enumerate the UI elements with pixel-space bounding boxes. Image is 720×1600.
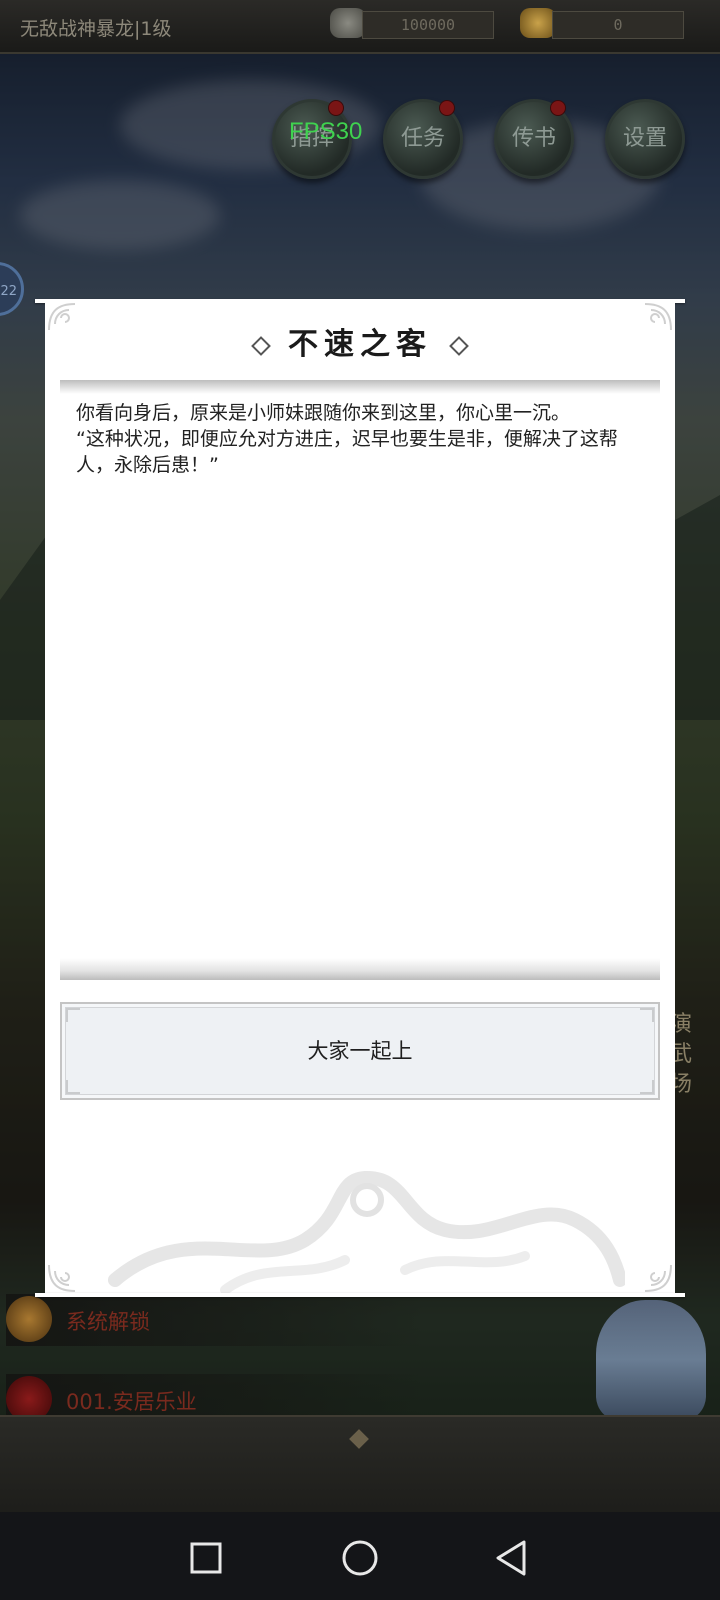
corner-ornament-icon (48, 1264, 76, 1292)
notification-dot (439, 100, 455, 116)
back-icon[interactable] (484, 1530, 540, 1586)
notification-dot (550, 100, 566, 116)
character-illustration (596, 1300, 706, 1420)
corner-ornament-icon (644, 1264, 672, 1292)
gold-ingot-icon (520, 8, 556, 38)
home-icon[interactable] (332, 1530, 388, 1586)
recent-apps-icon[interactable] (178, 1530, 234, 1586)
player-name-level: 无敌战神暴龙|1级 (20, 18, 172, 40)
silver-amount: 100000 (362, 11, 494, 39)
scroll-shade-bottom (60, 958, 660, 980)
event-dialog: 不速之客 你看向身后，原来是小师妹跟随你来到这里，你心里一沉。 “这种状况，即便… (45, 300, 675, 1295)
dialog-title: 不速之客 (288, 327, 432, 362)
silver-ingot-icon (330, 8, 366, 38)
quest-label: 001.安居乐业 (66, 1390, 197, 1414)
letter-label: 传书 (511, 126, 556, 151)
settings-label: 设置 (622, 126, 667, 151)
story-text: 你看向身后，原来是小师妹跟随你来到这里，你心里一沉。 “这种状况，即便应允对方进… (76, 402, 618, 476)
lock-icon (6, 1296, 52, 1342)
settings-button[interactable]: 设置 (605, 99, 685, 179)
arena-sign: 演武场 (670, 1012, 693, 1097)
scroll-shade-top (60, 380, 660, 394)
top-status-bar: 无敌战神暴龙|1级 100000 0 (0, 0, 720, 54)
fps-counter: FPS30 (289, 118, 363, 145)
diamond-ornament-icon (449, 335, 469, 356)
choice-button[interactable]: 大家一起上 (60, 1002, 660, 1100)
gold-amount: 0 (552, 11, 684, 39)
quest-row-system-unlock[interactable]: 系统解锁 (6, 1294, 426, 1346)
quest-label: 系统解锁 (66, 1310, 150, 1334)
cloud-swirl-decoration (108, 1171, 625, 1295)
task-label: 任务 (400, 126, 445, 151)
choice-label: 大家一起上 (307, 1039, 413, 1063)
diamond-ornament-icon (251, 335, 271, 356)
story-panel: 你看向身后，原来是小师妹跟随你来到这里，你心里一沉。 “这种状况，即便应允对方进… (60, 380, 660, 980)
dialog-title-bar: 不速之客 (45, 320, 675, 370)
dialog-bottom-edge (35, 1293, 685, 1297)
notification-dot (328, 100, 344, 116)
